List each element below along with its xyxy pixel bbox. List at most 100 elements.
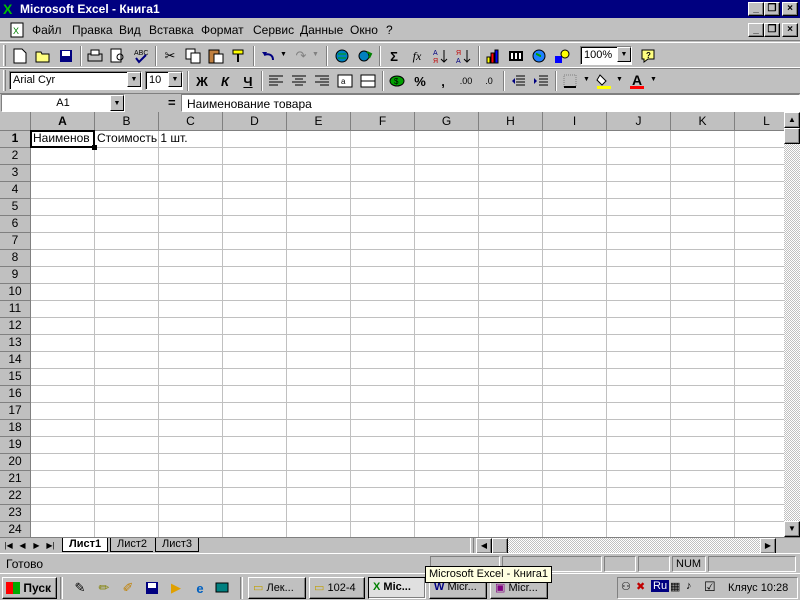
scroll-up-icon[interactable]: ▲ <box>784 112 800 128</box>
sort-ascending-icon[interactable]: AЯ <box>430 45 452 67</box>
globe-icon[interactable] <box>528 45 550 67</box>
borders-dropdown-icon[interactable]: ▼ <box>583 76 590 83</box>
align-center-icon[interactable] <box>288 70 310 92</box>
function-icon[interactable]: fx <box>406 45 428 67</box>
sheet-tab-2[interactable]: Лист2 <box>110 538 154 552</box>
scroll-left-icon[interactable]: ◀ <box>476 538 492 554</box>
fill-handle[interactable] <box>92 145 97 150</box>
quicklaunch-media-icon[interactable]: ▶ <box>166 577 186 599</box>
row-header-22[interactable]: 22 <box>0 488 31 505</box>
vertical-scrollbar[interactable]: ▲ ▼ <box>784 112 800 537</box>
underline-button[interactable]: Ч <box>237 70 259 92</box>
borders-icon[interactable] <box>559 70 581 92</box>
map-icon[interactable] <box>505 45 527 67</box>
menu-edit[interactable]: Правка <box>72 23 113 37</box>
fill-dropdown-icon[interactable]: ▼ <box>616 76 623 83</box>
doc-close-button[interactable]: × <box>782 23 798 37</box>
excel-icon[interactable]: X <box>2 1 18 17</box>
hscroll-thumb[interactable] <box>492 538 508 554</box>
column-header-D[interactable]: D <box>223 112 287 131</box>
hyperlink-icon[interactable] <box>354 45 376 67</box>
font-color-dropdown-icon[interactable]: ▼ <box>650 76 657 83</box>
tray-task-icon[interactable]: ☑ <box>704 579 716 595</box>
increase-decimal-icon[interactable]: .00 <box>455 70 477 92</box>
scroll-right-icon[interactable]: ▶ <box>760 538 776 554</box>
start-button[interactable]: Пуск <box>2 577 57 599</box>
doc-minimize-button[interactable]: _ <box>748 23 764 37</box>
column-header-I[interactable]: I <box>543 112 607 131</box>
document-icon[interactable]: X <box>10 22 26 38</box>
row-header-12[interactable]: 12 <box>0 318 31 335</box>
tray-monitor-icon[interactable]: ▦ <box>670 580 680 593</box>
font-color-button[interactable]: A <box>626 70 648 92</box>
row-header-19[interactable]: 19 <box>0 437 31 454</box>
chevron-down-icon[interactable]: ▼ <box>168 72 182 87</box>
row-header-16[interactable]: 16 <box>0 386 31 403</box>
name-box[interactable]: A1 ▼ <box>1 94 125 112</box>
row-header-5[interactable]: 5 <box>0 199 31 216</box>
scroll-thumb[interactable] <box>784 128 800 144</box>
print-preview-icon[interactable] <box>107 45 129 67</box>
column-header-E[interactable]: E <box>287 112 351 131</box>
equals-sign[interactable]: = <box>168 95 176 110</box>
toolbar-grip[interactable] <box>3 45 6 66</box>
row-header-11[interactable]: 11 <box>0 301 31 318</box>
first-sheet-icon[interactable]: |◀ <box>2 539 15 553</box>
menu-format[interactable]: Формат <box>201 23 244 37</box>
taskbar-button-folder-2[interactable]: ▭ 102-4 <box>309 577 365 599</box>
row-header-3[interactable]: 3 <box>0 165 31 182</box>
column-header-C[interactable]: C <box>159 112 223 131</box>
taskbar-button-folder-1[interactable]: ▭ Лек... <box>248 577 306 599</box>
chevron-down-icon[interactable]: ▼ <box>617 47 631 62</box>
restore-button[interactable]: ❐ <box>764 2 780 16</box>
row-header-20[interactable]: 20 <box>0 454 31 471</box>
percent-button[interactable]: % <box>409 70 431 92</box>
fill-color-icon[interactable] <box>593 70 615 92</box>
web-toolbar-icon[interactable] <box>331 45 353 67</box>
hscroll-track[interactable] <box>508 538 760 554</box>
tray-network-icon[interactable]: ⚇ <box>621 580 631 593</box>
italic-button[interactable]: К <box>214 70 236 92</box>
sheet-tab-1[interactable]: Лист1 <box>62 538 109 552</box>
column-header-K[interactable]: K <box>671 112 735 131</box>
column-header-L[interactable]: L <box>735 112 784 131</box>
scroll-track[interactable] <box>784 128 800 521</box>
cell-B1[interactable]: Стоимость 1 шт. <box>95 131 295 147</box>
increase-indent-icon[interactable] <box>530 70 552 92</box>
format-painter-icon[interactable] <box>228 45 250 67</box>
worksheet-grid[interactable]: A B C D E F G H I J K L 1 2 3 4 5 6 7 8 9 10 11 12 13 14 15 16 17 18 1… <box>0 112 784 537</box>
last-sheet-icon[interactable]: ▶| <box>44 539 57 553</box>
minimize-button[interactable]: _ <box>748 2 764 16</box>
row-header-7[interactable]: 7 <box>0 233 31 250</box>
quicklaunch-pencil-icon[interactable]: ✏ <box>94 577 114 599</box>
quicklaunch-tools-icon[interactable]: ✎ <box>70 577 90 599</box>
menu-tools[interactable]: Сервис <box>253 23 294 37</box>
row-header-1[interactable]: 1 <box>0 131 31 148</box>
scroll-down-icon[interactable]: ▼ <box>784 521 800 537</box>
column-header-B[interactable]: B <box>95 112 159 131</box>
prev-sheet-icon[interactable]: ◀ <box>16 539 29 553</box>
doc-restore-button[interactable]: ❐ <box>764 23 780 37</box>
wrap-icon[interactable] <box>357 70 379 92</box>
quicklaunch-desktop-icon[interactable] <box>212 577 232 599</box>
undo-icon[interactable] <box>258 45 280 67</box>
row-header-17[interactable]: 17 <box>0 403 31 420</box>
redo-icon[interactable]: ↷ <box>290 45 312 67</box>
spelling-icon[interactable]: ABC <box>130 45 152 67</box>
align-left-icon[interactable] <box>265 70 287 92</box>
comma-button[interactable]: , <box>432 70 454 92</box>
column-header-H[interactable]: H <box>479 112 543 131</box>
copy-icon[interactable] <box>182 45 204 67</box>
row-header-13[interactable]: 13 <box>0 335 31 352</box>
open-icon[interactable] <box>32 45 54 67</box>
row-header-4[interactable]: 4 <box>0 182 31 199</box>
row-header-2[interactable]: 2 <box>0 148 31 165</box>
font-combo[interactable]: Arial Cyr ▼ <box>9 71 142 90</box>
save-icon[interactable] <box>55 45 77 67</box>
font-size-combo[interactable]: 10 ▼ <box>145 71 183 90</box>
decrease-decimal-icon[interactable]: .0 <box>478 70 500 92</box>
cut-icon[interactable]: ✂ <box>159 45 181 67</box>
redo-dropdown-icon[interactable]: ▼ <box>312 51 319 58</box>
column-header-A[interactable]: A <box>31 112 95 131</box>
row-header-10[interactable]: 10 <box>0 284 31 301</box>
